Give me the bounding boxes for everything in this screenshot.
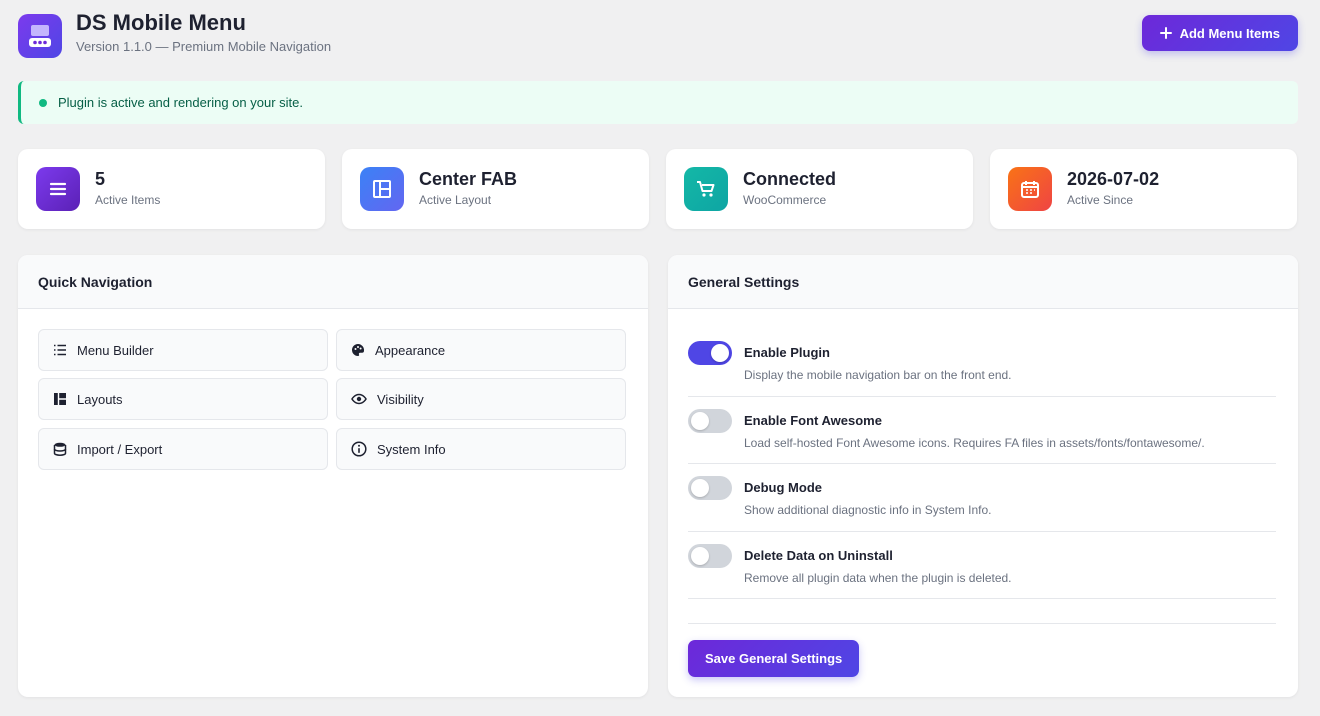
nav-label: Import / Export: [77, 441, 163, 457]
nav-label: Layouts: [77, 391, 123, 407]
quick-navigation-title: Quick Navigation: [18, 255, 648, 309]
layout-icon: [360, 167, 404, 211]
list-icon: [54, 344, 66, 356]
plus-icon: [1159, 27, 1172, 39]
quick-navigation-panel: Quick Navigation Menu Builder Appearance…: [18, 255, 648, 697]
nav-label: Menu Builder: [77, 342, 154, 358]
add-menu-items-label: Add Menu Items: [1179, 25, 1280, 41]
setting-title: Debug Mode: [744, 480, 822, 495]
toggle-knob: [691, 412, 709, 430]
save-general-settings-button[interactable]: Save General Settings: [688, 640, 860, 677]
stat-label: Active Since: [1067, 193, 1134, 207]
status-notice-text: Plugin is active and rendering on your s…: [58, 95, 303, 110]
palette-icon: [352, 344, 365, 356]
stat-value: Connected: [743, 169, 837, 189]
divider: [688, 623, 1276, 624]
nav-system-info[interactable]: System Info: [336, 428, 626, 470]
setting-title: Enable Font Awesome: [744, 413, 882, 428]
nav-appearance[interactable]: Appearance: [336, 329, 626, 371]
page-header: DS Mobile Menu Version 1.1.0 — Premium M…: [18, 10, 1298, 62]
stat-card-woocommerce: Connected WooCommerce: [666, 149, 973, 229]
divider: [688, 598, 1276, 599]
delete-data-toggle[interactable]: [688, 544, 732, 568]
app-logo: [18, 14, 62, 58]
page-subtitle: Version 1.1.0 — Premium Mobile Navigatio…: [76, 39, 332, 54]
toggle-knob: [711, 344, 729, 362]
stat-value: 5: [95, 169, 106, 189]
layout-icon: [54, 393, 66, 405]
toggle-knob: [691, 547, 709, 565]
divider: [688, 531, 1276, 532]
database-icon: [53, 442, 67, 456]
nav-label: System Info: [377, 441, 446, 457]
calendar-icon: [1008, 167, 1052, 211]
stat-value: 2026-07-02: [1067, 169, 1160, 189]
nav-menu-builder[interactable]: Menu Builder: [38, 329, 328, 371]
stat-card-active-items: 5 Active Items: [18, 149, 325, 229]
setting-description: Remove all plugin data when the plugin i…: [744, 571, 1012, 585]
stat-label: WooCommerce: [743, 193, 827, 207]
page-title: DS Mobile Menu: [76, 10, 246, 35]
stat-card-active-since: 2026-07-02 Active Since: [990, 149, 1297, 229]
enable-font-awesome-toggle[interactable]: [688, 409, 732, 433]
setting-description: Show additional diagnostic info in Syste…: [744, 503, 992, 517]
toggle-knob: [691, 479, 709, 497]
setting-description: Display the mobile navigation bar on the…: [744, 368, 1012, 382]
mobile-menu-icon: [29, 25, 51, 47]
nav-visibility[interactable]: Visibility: [336, 378, 626, 420]
setting-title: Enable Plugin: [744, 345, 830, 360]
divider: [688, 463, 1276, 464]
stat-card-active-layout: Center FAB Active Layout: [342, 149, 649, 229]
add-menu-items-button[interactable]: Add Menu Items: [1141, 15, 1298, 51]
setting-description: Load self-hosted Font Awesome icons. Req…: [744, 436, 1205, 450]
stat-label: Active Items: [95, 193, 161, 207]
eye-icon: [351, 393, 367, 405]
stat-value: Center FAB: [419, 169, 518, 189]
general-settings-title: General Settings: [668, 255, 1298, 309]
nav-label: Appearance: [375, 342, 446, 358]
cart-icon: [684, 167, 728, 211]
stat-label: Active Layout: [419, 193, 492, 207]
debug-mode-toggle[interactable]: [688, 476, 732, 500]
nav-layouts[interactable]: Layouts: [38, 378, 328, 420]
list-icon: [36, 167, 80, 211]
info-icon: [351, 441, 367, 457]
nav-import-export[interactable]: Import / Export: [38, 428, 328, 470]
enable-plugin-toggle[interactable]: [688, 341, 732, 365]
divider: [688, 396, 1276, 397]
setting-title: Delete Data on Uninstall: [744, 548, 893, 563]
general-settings-panel: General Settings Enable Plugin Display t…: [668, 255, 1298, 697]
status-dot-icon: [39, 98, 47, 107]
nav-label: Visibility: [377, 391, 424, 407]
status-notice: Plugin is active and rendering on your s…: [18, 81, 1298, 124]
